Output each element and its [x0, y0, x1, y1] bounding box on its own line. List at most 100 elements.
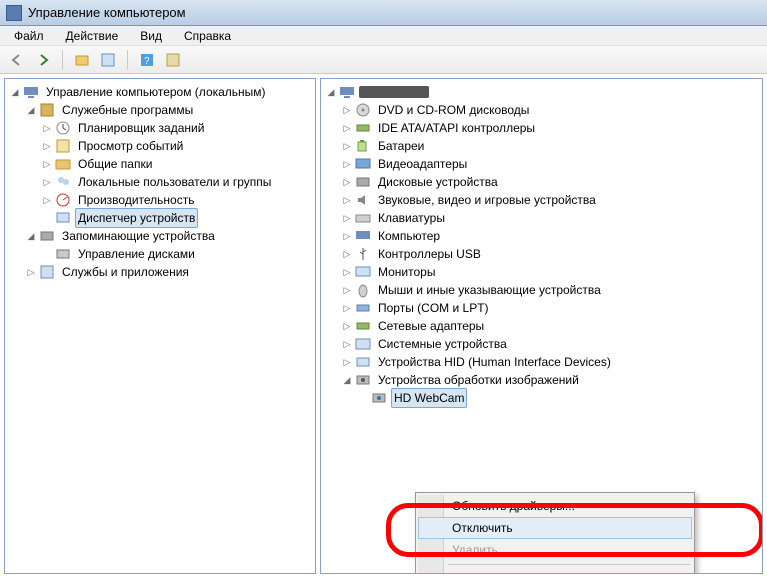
storage-icon [39, 228, 55, 244]
expand-toggle[interactable]: ▷ [41, 194, 53, 206]
cat-ports[interactable]: Порты (COM и LPT) [375, 298, 492, 318]
context-menu-separator [448, 564, 690, 565]
context-menu: Обновить драйверы... Отключить Удалить О… [415, 492, 695, 574]
toolbar-separator [62, 50, 63, 70]
tree-perf[interactable]: Производительность [75, 190, 197, 210]
expand-toggle[interactable]: ▷ [41, 122, 53, 134]
cat-sound[interactable]: Звуковые, видео и игровые устройства [375, 190, 599, 210]
expand-toggle[interactable]: ▷ [341, 266, 353, 278]
tree-storage[interactable]: Запоминающие устройства [59, 226, 218, 246]
cat-ide[interactable]: IDE ATA/ATAPI контроллеры [375, 118, 538, 138]
battery-icon [355, 138, 371, 154]
cat-battery[interactable]: Батареи [375, 136, 427, 156]
back-button[interactable] [6, 49, 28, 71]
tree-devmgr[interactable]: Диспетчер устройств [75, 208, 198, 228]
expand-toggle[interactable]: ▷ [341, 104, 353, 116]
monitor-icon [355, 264, 371, 280]
cat-computer[interactable]: Компьютер [375, 226, 443, 246]
properties-icon [101, 53, 115, 67]
expand-toggle[interactable]: ▷ [341, 356, 353, 368]
tree-services[interactable]: Службы и приложения [59, 262, 192, 282]
sysdev-icon [355, 336, 371, 352]
forward-button[interactable] [32, 49, 54, 71]
expand-toggle[interactable]: ▷ [41, 176, 53, 188]
ctx-disable[interactable]: Отключить [418, 517, 692, 539]
tree-root[interactable]: Управление компьютером (локальным) [43, 82, 269, 102]
clock-icon [55, 120, 71, 136]
help-icon: ? [140, 53, 154, 67]
expand-toggle[interactable]: ▷ [341, 248, 353, 260]
tree-scheduler[interactable]: Планировщик заданий [75, 118, 207, 138]
toolbar-separator [127, 50, 128, 70]
expand-toggle[interactable]: ▷ [41, 140, 53, 152]
expand-toggle[interactable]: ▷ [341, 284, 353, 296]
tools-icon [39, 102, 55, 118]
expand-toggle[interactable]: ▷ [341, 176, 353, 188]
cat-video[interactable]: Видеоадаптеры [375, 154, 470, 174]
folder-icon [55, 156, 71, 172]
services-icon [39, 264, 55, 280]
expand-toggle[interactable]: ▷ [25, 266, 37, 278]
expand-toggle[interactable]: ▷ [41, 158, 53, 170]
usb-icon [355, 246, 371, 262]
menu-action[interactable]: Действие [56, 27, 129, 45]
tb-help[interactable]: ? [136, 49, 158, 71]
tb-folder[interactable] [71, 49, 93, 71]
tb-properties[interactable] [97, 49, 119, 71]
tb-view[interactable] [162, 49, 184, 71]
cat-keyboards[interactable]: Клавиатуры [375, 208, 448, 228]
tree-util[interactable]: Служебные программы [59, 100, 196, 120]
ctx-update-drivers[interactable]: Обновить драйверы... [418, 495, 692, 517]
tree-diskmgmt[interactable]: Управление дисками [75, 244, 198, 264]
tree-shared[interactable]: Общие папки [75, 154, 155, 174]
expand-toggle[interactable]: ▷ [341, 320, 353, 332]
svg-text:?: ? [144, 56, 150, 67]
imaging-icon [355, 372, 371, 388]
cat-monitors[interactable]: Мониторы [375, 262, 438, 282]
tree-events[interactable]: Просмотр событий [75, 136, 186, 156]
menu-help[interactable]: Справка [174, 27, 241, 45]
cat-nics[interactable]: Сетевые адаптеры [375, 316, 487, 336]
app-icon [6, 5, 22, 21]
ctx-rescan[interactable]: Обновить конфигурацию оборудования [418, 568, 692, 574]
view-icon [166, 53, 180, 67]
expand-toggle[interactable]: ◢ [9, 86, 21, 98]
tree-users[interactable]: Локальные пользователи и группы [75, 172, 274, 192]
cat-disks[interactable]: Дисковые устройства [375, 172, 501, 192]
computer-icon [339, 84, 355, 100]
expand-toggle[interactable]: ▷ [341, 140, 353, 152]
expand-toggle[interactable]: ▷ [341, 122, 353, 134]
device-webcam[interactable]: HD WebCam [391, 388, 467, 408]
expand-toggle[interactable]: ▷ [341, 212, 353, 224]
expand-toggle[interactable]: ◢ [25, 230, 37, 242]
expand-toggle[interactable]: ▷ [341, 158, 353, 170]
dvd-icon [355, 102, 371, 118]
cat-dvd[interactable]: DVD и CD-ROM дисководы [375, 100, 532, 120]
cat-usb[interactable]: Контроллеры USB [375, 244, 484, 264]
toolbar: ? [0, 46, 767, 74]
menu-view[interactable]: Вид [130, 27, 172, 45]
arrow-left-icon [10, 53, 24, 67]
expand-toggle[interactable]: ◢ [325, 86, 337, 98]
expand-toggle[interactable]: ◢ [25, 104, 37, 116]
perf-icon [55, 192, 71, 208]
hid-icon [355, 354, 371, 370]
events-icon [55, 138, 71, 154]
cat-sysdev[interactable]: Системные устройства [375, 334, 510, 354]
expand-toggle[interactable]: ▷ [341, 302, 353, 314]
webcam-icon [371, 390, 387, 406]
display-icon [355, 156, 371, 172]
ctx-delete[interactable]: Удалить [418, 539, 692, 561]
left-tree-pane: ◢ Управление компьютером (локальным) ◢ С… [4, 78, 316, 574]
expand-toggle[interactable]: ◢ [341, 374, 353, 386]
expand-toggle[interactable]: ▷ [341, 194, 353, 206]
ports-icon [355, 300, 371, 316]
expand-toggle[interactable]: ▷ [341, 338, 353, 350]
cat-imaging[interactable]: Устройства обработки изображений [375, 370, 582, 390]
expand-toggle[interactable]: ▷ [341, 230, 353, 242]
device-root[interactable] [359, 86, 429, 98]
cat-mice[interactable]: Мыши и иные указывающие устройства [375, 280, 604, 300]
cat-hid[interactable]: Устройства HID (Human Interface Devices) [375, 352, 614, 372]
menu-file[interactable]: Файл [4, 27, 54, 45]
disk-icon [355, 174, 371, 190]
